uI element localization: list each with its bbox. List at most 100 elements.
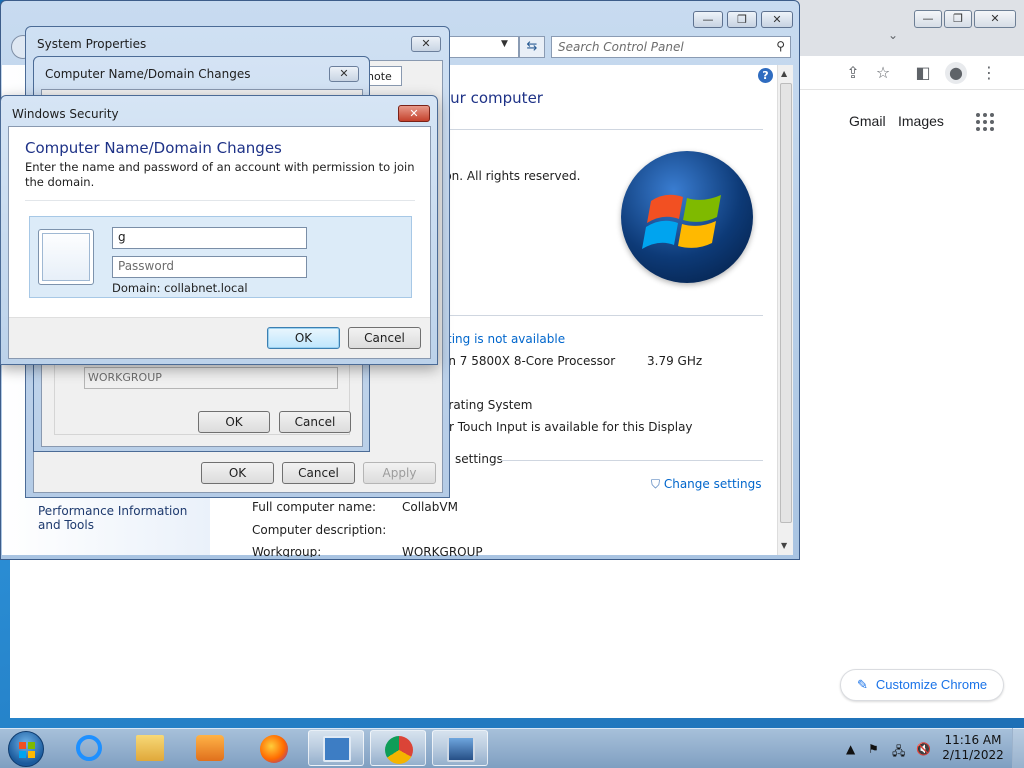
settings-section-label: settings — [455, 452, 503, 466]
description-label: Computer description: — [252, 523, 387, 537]
processor-text: en 7 5800X 8-Core Processor — [441, 354, 616, 368]
sp-close-button[interactable]: ✕ — [411, 36, 441, 52]
password-placeholder: Password — [118, 259, 175, 273]
taskbar-clock[interactable]: 11:16 AM 2/11/2022 — [938, 733, 1008, 763]
rating-link[interactable]: ting is not available — [447, 332, 565, 346]
password-input[interactable]: Password — [112, 256, 307, 278]
action-center-flag-icon[interactable]: ⚑ — [868, 742, 879, 756]
tab-remote-label: note — [367, 70, 392, 83]
address-dropdown-icon[interactable]: ▼ — [501, 39, 508, 49]
taskbar-system-properties[interactable] — [432, 730, 488, 766]
cn-close-button[interactable]: ✕ — [329, 66, 359, 82]
processor-speed: 3.79 GHz — [647, 354, 703, 368]
taskbar-media-player[interactable] — [182, 730, 238, 766]
star-icon[interactable]: ☆ — [872, 62, 894, 84]
tab-search-icon[interactable]: ⌄ — [888, 28, 898, 42]
cp-heading: our computer — [441, 89, 543, 107]
full-name-value: CollabVM — [402, 500, 458, 514]
shield-icon: ⛉ — [651, 477, 661, 491]
chrome-close-button[interactable]: ✕ — [974, 10, 1016, 28]
divider — [441, 129, 763, 130]
control-panel-icon — [323, 736, 351, 762]
full-name-label: Full computer name: — [252, 500, 377, 514]
ws-cancel-button[interactable]: Cancel — [348, 327, 421, 349]
cp-close-button[interactable]: ✕ — [761, 11, 793, 28]
domain-text: Domain: collabnet.local — [112, 281, 248, 295]
start-button[interactable] — [8, 731, 44, 767]
taskbar-control-panel[interactable] — [308, 730, 364, 766]
media-player-icon — [196, 735, 224, 761]
volume-muted-icon[interactable]: 🔇 — [916, 742, 931, 756]
customize-chrome-label: Customize Chrome — [875, 677, 988, 692]
pencil-icon: ✎ — [857, 677, 868, 692]
side-panel-icon[interactable]: ◧ — [912, 62, 934, 84]
username-input[interactable]: g — [112, 227, 307, 249]
search-input[interactable]: Search Control Panel ⚲ — [551, 36, 791, 58]
username-value: g — [118, 230, 126, 244]
help-icon[interactable]: ? — [758, 68, 773, 83]
computer-icon — [447, 736, 475, 762]
cp-scrollbar[interactable]: ▲ ▼ — [777, 65, 793, 555]
taskbar-internet-explorer[interactable] — [62, 730, 118, 766]
show-hidden-icons[interactable]: ▲ — [846, 742, 855, 756]
credential-tile: g Password Domain: collabnet.local — [29, 216, 412, 298]
folder-icon — [136, 735, 164, 761]
clock-time: 11:16 AM — [944, 733, 1002, 747]
ws-title: Windows Security — [12, 107, 119, 121]
performance-link[interactable]: Performance Information and Tools — [38, 504, 208, 532]
divider — [25, 200, 415, 201]
divider — [441, 315, 763, 316]
show-desktop-button[interactable] — [1012, 728, 1024, 768]
workgroup-field-value: WORKGROUP — [88, 371, 162, 384]
change-settings-label: Change settings — [663, 477, 762, 491]
ws-ok-button[interactable]: OK — [267, 327, 340, 349]
chrome-maximize-button[interactable]: ❐ — [944, 10, 972, 28]
images-link[interactable]: Images — [898, 113, 944, 129]
workgroup-value: WORKGROUP — [402, 545, 483, 557]
cn-cancel-button[interactable]: Cancel — [279, 411, 351, 433]
clock-date: 2/11/2022 — [942, 748, 1004, 762]
share-icon[interactable]: ⇪ — [842, 62, 864, 84]
network-icon[interactable]: 🖧 — [892, 742, 905, 763]
sp-apply-button[interactable]: Apply — [363, 462, 436, 484]
windows-flag-icon — [642, 194, 721, 249]
chrome-icon — [385, 736, 413, 764]
customize-chrome-button[interactable]: ✎ Customize Chrome — [840, 669, 1004, 701]
apps-icon[interactable] — [976, 113, 996, 131]
ws-body: Computer Name/Domain Changes Enter the n… — [8, 126, 431, 359]
os-type-text: erating System — [441, 398, 533, 412]
cn-title: Computer Name/Domain Changes — [45, 67, 251, 81]
touch-text: r Touch Input is available for this Disp… — [449, 420, 693, 434]
chrome-minimize-button[interactable]: — — [914, 10, 942, 28]
ws-instructions: Enter the name and password of an accoun… — [25, 160, 415, 189]
cp-minimize-button[interactable]: — — [693, 11, 723, 28]
scroll-thumb[interactable] — [780, 83, 792, 523]
divider — [501, 460, 763, 461]
user-avatar-icon — [38, 229, 94, 285]
taskbar-file-explorer[interactable] — [122, 730, 178, 766]
ws-footer: OK Cancel — [9, 317, 430, 358]
refresh-icon[interactable]: ⇆ — [519, 36, 545, 58]
internet-explorer-icon — [76, 735, 102, 761]
taskbar-chrome[interactable] — [370, 730, 426, 766]
sp-title: System Properties — [37, 37, 147, 51]
workgroup-field[interactable]: WORKGROUP — [84, 367, 338, 389]
taskbar-firefox[interactable] — [246, 730, 302, 766]
firefox-icon — [260, 735, 288, 763]
sp-ok-button[interactable]: OK — [201, 462, 274, 484]
change-settings-link[interactable]: ⛉ Change settings — [651, 477, 761, 492]
search-placeholder: Search Control Panel — [558, 40, 684, 54]
scroll-down-icon[interactable]: ▼ — [781, 541, 787, 550]
workgroup-label: Workgroup: — [252, 545, 322, 557]
cn-ok-button[interactable]: OK — [198, 411, 270, 433]
windows-start-icon — [19, 742, 35, 758]
copyright-text: ion. All rights reserved. — [441, 169, 581, 183]
cp-maximize-button[interactable]: ❐ — [727, 11, 757, 28]
ws-close-button[interactable]: ✕ — [398, 105, 430, 122]
scroll-up-icon[interactable]: ▲ — [781, 69, 787, 78]
gmail-link[interactable]: Gmail — [849, 113, 886, 129]
profile-icon[interactable]: ● — [945, 62, 967, 84]
menu-icon[interactable]: ⋮ — [978, 62, 1000, 84]
sp-cancel-button[interactable]: Cancel — [282, 462, 355, 484]
search-icon[interactable]: ⚲ — [776, 39, 785, 53]
